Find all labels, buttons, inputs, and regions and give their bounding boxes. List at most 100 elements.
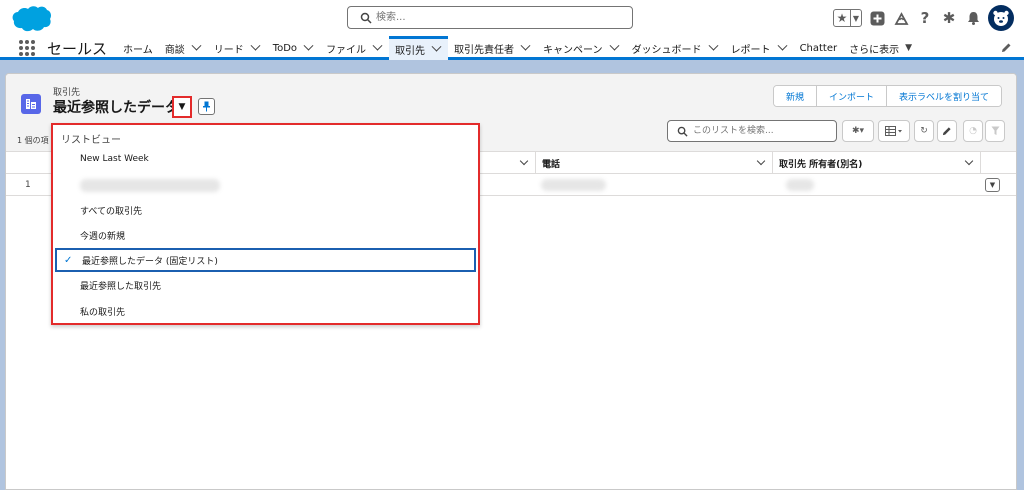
chevron-down-icon[interactable]: [520, 40, 531, 51]
list-view-dropdown: リストビュー New Last Week すべての取引先 今週の新規 ✓ 最近参照…: [51, 123, 480, 325]
nav-tab-label: レポート: [730, 44, 771, 56]
chevron-down-icon[interactable]: [708, 40, 719, 51]
chevron-down-icon[interactable]: [519, 156, 529, 166]
caret-down-icon: ▼: [178, 102, 186, 112]
app-navigation-bar: セールス ホーム 商談 リード ToDo ファイル 取引先 取引先責任者 キャン…: [0, 36, 1024, 60]
nav-tab-campaigns[interactable]: キャンペーン: [537, 36, 626, 60]
option-label: 私の取引先: [80, 307, 126, 318]
add-icon[interactable]: [868, 9, 886, 27]
chevron-down-icon[interactable]: [372, 40, 383, 51]
pencil-icon: [942, 127, 951, 136]
edit-nav-pencil-icon[interactable]: [1001, 42, 1012, 53]
gear-icon: ✱▾: [851, 126, 865, 136]
header-utility-icons: ★ ▼ ? ✱: [833, 4, 1014, 32]
column-header-label: 電話: [542, 159, 561, 170]
trailhead-icon[interactable]: [892, 9, 910, 27]
chevron-down-icon[interactable]: [964, 156, 974, 166]
display-as-table-button[interactable]: [878, 120, 910, 142]
list-view-option-selected[interactable]: ✓ 最近参照したデータ (固定リスト): [55, 248, 476, 272]
nav-tab-contacts[interactable]: 取引先責任者: [448, 36, 537, 60]
option-label: 最近参照したデータ (固定リスト): [82, 256, 218, 267]
nav-tab-label: 取引先責任者: [454, 44, 515, 56]
global-search-box[interactable]: [347, 6, 633, 29]
charts-button[interactable]: ◔: [963, 120, 983, 142]
nav-tab-tasks[interactable]: ToDo: [267, 36, 320, 60]
option-label: 今週の新規: [80, 231, 126, 242]
list-view-option[interactable]: New Last Week: [53, 147, 478, 171]
chevron-down-icon[interactable]: [756, 156, 766, 166]
option-label: New Last Week: [80, 154, 149, 164]
search-icon: [677, 126, 688, 137]
row-actions-button[interactable]: ▼: [985, 178, 1000, 192]
chevron-down-icon[interactable]: [303, 40, 314, 51]
nav-tab-label: Chatter: [799, 42, 838, 54]
row-number: 1: [25, 180, 31, 190]
nav-tab-label: ファイル: [326, 44, 367, 56]
pin-icon: [203, 101, 210, 112]
app-launcher-icon[interactable]: [19, 40, 35, 56]
option-label: すべての取引先: [80, 206, 143, 217]
list-view-option[interactable]: 私の取引先: [53, 299, 478, 323]
dropdown-header: リストビュー: [61, 135, 121, 146]
filter-button[interactable]: [985, 120, 1005, 142]
notifications-bell-icon[interactable]: [964, 9, 982, 27]
list-search-input[interactable]: [693, 124, 833, 138]
nav-tab-label: ダッシュボード: [631, 44, 702, 56]
list-view-title[interactable]: 最近参照したデータ: [53, 97, 179, 117]
caret-down-icon: ▼: [989, 181, 996, 189]
avatar-icon[interactable]: [988, 5, 1014, 31]
nav-tab-reports[interactable]: レポート: [725, 36, 794, 60]
inline-edit-button[interactable]: [937, 120, 957, 142]
pin-list-button[interactable]: [198, 98, 215, 115]
list-view-picker-toggle[interactable]: ▼: [172, 96, 192, 118]
nav-tab-more[interactable]: さらに表示 ▼: [843, 36, 918, 60]
favorites-star-icon[interactable]: ★: [834, 10, 850, 26]
refresh-icon: ↻: [920, 126, 928, 136]
column-header-phone[interactable]: 電話: [535, 152, 772, 174]
list-view-option[interactable]: [53, 173, 478, 197]
filter-icon: [991, 126, 999, 135]
list-view-option[interactable]: すべての取引先: [53, 198, 478, 222]
salesforce-cloud-logo[interactable]: [12, 5, 52, 32]
table-icon: [885, 126, 902, 136]
nav-tab-label: ホーム: [123, 44, 153, 56]
nav-tab-label: ToDo: [272, 42, 298, 54]
nav-tab-chatter[interactable]: Chatter: [794, 36, 844, 60]
favorites-menu-icon[interactable]: ▼: [850, 10, 861, 26]
chevron-down-icon[interactable]: [250, 40, 261, 51]
help-icon[interactable]: ?: [916, 9, 934, 27]
column-header-owner[interactable]: 取引先 所有者(別名): [772, 152, 980, 174]
nav-tab-label: キャンペーン: [543, 44, 603, 56]
list-search-box[interactable]: [667, 120, 837, 142]
assign-labels-button[interactable]: 表示ラベルを割り当て: [885, 86, 1001, 106]
nav-tabs: ホーム 商談 リード ToDo ファイル 取引先 取引先責任者 キャンペーン ダ…: [117, 36, 918, 60]
nav-tab-label: リード: [213, 44, 244, 56]
nav-tab-files[interactable]: ファイル: [320, 36, 389, 60]
favorites-button-group[interactable]: ★ ▼: [833, 9, 862, 27]
item-count: 1 個の項: [17, 136, 49, 145]
search-icon: [360, 12, 372, 24]
check-icon: ✓: [64, 255, 73, 266]
nav-tab-leads[interactable]: リード: [208, 36, 267, 60]
setup-gear-icon[interactable]: ✱: [940, 9, 958, 27]
nav-tab-dashboards[interactable]: ダッシュボード: [626, 36, 725, 60]
list-view-option[interactable]: 今週の新規: [53, 223, 478, 247]
list-settings-button[interactable]: ✱▾: [842, 120, 874, 142]
chevron-down-icon[interactable]: [431, 41, 442, 52]
column-header-label: 取引先 所有者(別名): [779, 159, 863, 170]
import-button[interactable]: インポート: [815, 86, 886, 106]
chevron-down-icon[interactable]: [777, 40, 788, 51]
list-view-option[interactable]: 最近参照した取引先: [53, 273, 478, 297]
redacted-owner: [786, 179, 814, 191]
nav-tab-label: 取引先: [395, 46, 426, 57]
nav-tab-home[interactable]: ホーム: [117, 36, 159, 60]
new-button[interactable]: 新規: [773, 86, 816, 106]
global-search-input[interactable]: [376, 10, 616, 25]
chevron-down-icon[interactable]: [609, 40, 620, 51]
refresh-button[interactable]: ↻: [914, 120, 934, 142]
chart-icon: ◔: [969, 126, 977, 136]
nav-tab-opportunities[interactable]: 商談: [159, 36, 208, 60]
option-label: 最近参照した取引先: [80, 281, 162, 292]
nav-tab-accounts[interactable]: 取引先: [389, 36, 449, 60]
chevron-down-icon[interactable]: [191, 40, 202, 51]
